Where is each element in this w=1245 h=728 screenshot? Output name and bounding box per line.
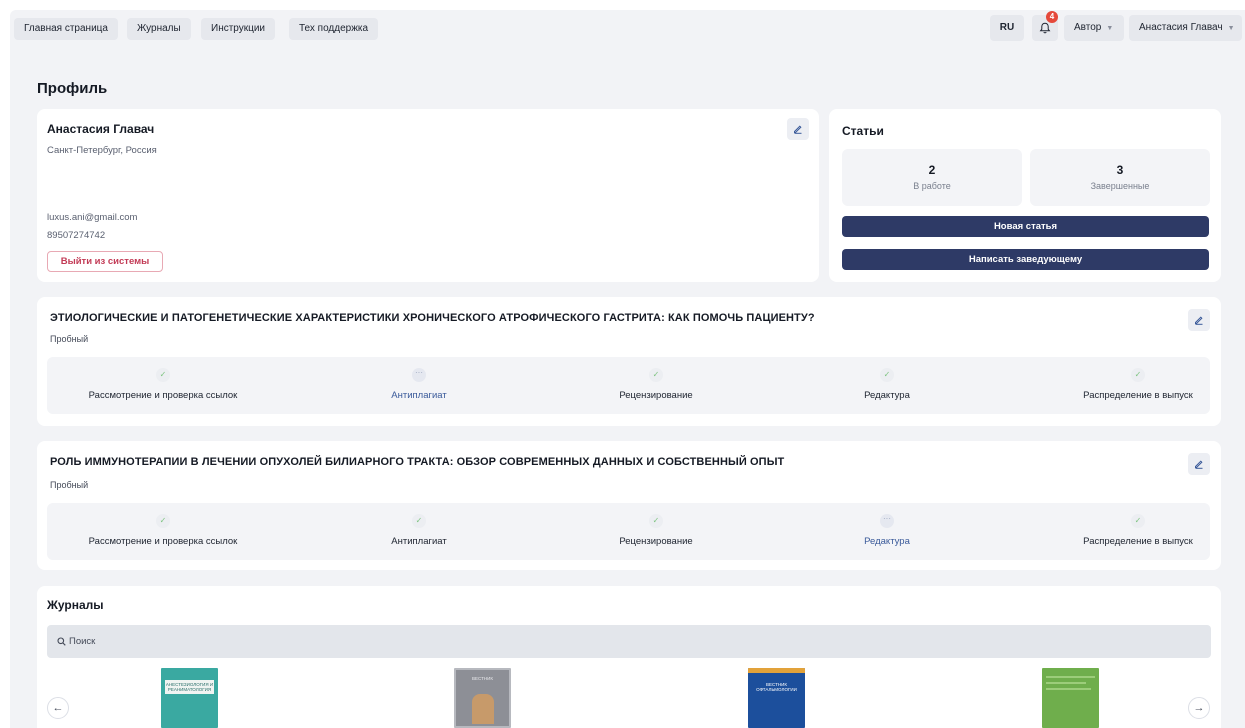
step-issue: ✓ Распределение в выпуск bbox=[1022, 357, 1245, 414]
in-progress-label: В работе bbox=[913, 181, 951, 191]
journal-cover-stripe bbox=[748, 668, 805, 673]
step-label: Редактура bbox=[864, 536, 910, 547]
search-input[interactable] bbox=[69, 625, 1169, 658]
ellipsis-icon: ··· bbox=[412, 368, 426, 382]
article-type: Пробный bbox=[50, 480, 89, 490]
journal-cover-title: АНЕСТЕЗИОЛОГИЯ И РЕАНИМАТОЛОГИЯ bbox=[165, 680, 214, 694]
nav-support[interactable]: Тех поддержка bbox=[289, 18, 379, 40]
pencil-icon bbox=[1195, 460, 1203, 469]
role-dropdown[interactable]: Автор ▼ bbox=[1064, 15, 1124, 41]
step-issue: ✓ Распределение в выпуск bbox=[1022, 503, 1245, 560]
check-icon: ✓ bbox=[880, 368, 894, 382]
step-review: ✓ Рецензирование bbox=[540, 357, 772, 414]
user-dropdown[interactable]: Анастасия Главач ▼ bbox=[1129, 15, 1242, 41]
step-references: ✓ Рассмотрение и проверка ссылок bbox=[47, 357, 279, 414]
check-icon: ✓ bbox=[649, 368, 663, 382]
write-manager-button[interactable]: Написать заведующему bbox=[842, 249, 1209, 270]
profile-email: luxus.ani@gmail.com bbox=[47, 212, 138, 223]
article-title[interactable]: РОЛЬ ИММУНОТЕРАПИИ В ЛЕЧЕНИИ ОПУХОЛЕЙ БИ… bbox=[50, 456, 784, 468]
carousel-next-button[interactable]: → bbox=[1188, 697, 1210, 719]
app-root: Главная страница Журналы Инструкции Тех … bbox=[0, 0, 1245, 728]
step-label: Рассмотрение и проверка ссылок bbox=[88, 390, 238, 401]
journal-cover-title: ВЕСТНИК bbox=[472, 676, 493, 681]
journals-heading: Журналы bbox=[47, 598, 104, 612]
new-article-button[interactable]: Новая статья bbox=[842, 216, 1209, 237]
step-label: Рецензирование bbox=[619, 390, 693, 401]
check-icon: ✓ bbox=[156, 514, 170, 528]
articles-heading: Статьи bbox=[842, 124, 884, 138]
completed-count: 3 bbox=[1116, 163, 1124, 177]
article-type: Пробный bbox=[50, 334, 89, 344]
journal-cover-line bbox=[1046, 676, 1095, 678]
check-icon: ✓ bbox=[156, 368, 170, 382]
journal-cover[interactable]: АНЕСТЕЗИОЛОГИЯ И РЕАНИМАТОЛОГИЯ bbox=[161, 668, 218, 728]
step-editing: ··· Редактура bbox=[771, 503, 1003, 560]
ellipsis-icon: ··· bbox=[880, 514, 894, 528]
nav-journals[interactable]: Журналы bbox=[127, 18, 191, 40]
step-editing: ✓ Редактура bbox=[771, 357, 1003, 414]
check-icon: ✓ bbox=[649, 514, 663, 528]
edit-article-button[interactable] bbox=[1188, 453, 1210, 475]
journal-cover-line bbox=[1046, 682, 1086, 684]
arrow-right-icon: → bbox=[1193, 702, 1205, 714]
pencil-icon bbox=[794, 125, 802, 134]
page-title: Профиль bbox=[37, 80, 108, 97]
chevron-down-icon: ▼ bbox=[1106, 25, 1114, 32]
step-references: ✓ Рассмотрение и проверка ссылок bbox=[47, 503, 279, 560]
check-icon: ✓ bbox=[1131, 368, 1145, 382]
profile-name: Анастасия Главач bbox=[47, 122, 155, 136]
step-label: Рецензирование bbox=[619, 536, 693, 547]
edit-profile-button[interactable] bbox=[787, 118, 809, 140]
arrow-left-icon: ← bbox=[52, 702, 64, 714]
check-icon: ✓ bbox=[412, 514, 426, 528]
stat-completed[interactable]: 3 Завершенные bbox=[1030, 149, 1210, 206]
step-label: Рассмотрение и проверка ссылок bbox=[88, 536, 238, 547]
pencil-icon bbox=[1195, 316, 1203, 325]
step-label: Редактура bbox=[864, 390, 910, 401]
in-progress-count: 2 bbox=[928, 163, 936, 177]
journal-search bbox=[47, 625, 1211, 658]
profile-phone: 89507274742 bbox=[47, 230, 106, 241]
step-review: ✓ Рецензирование bbox=[540, 503, 772, 560]
completed-label: Завершенные bbox=[1090, 181, 1150, 191]
profile-location: Санкт-Петербург, Россия bbox=[47, 145, 157, 156]
notification-count-badge: 4 bbox=[1046, 11, 1058, 23]
step-label: Антиплагиат bbox=[391, 536, 447, 547]
carousel-prev-button[interactable]: ← bbox=[47, 697, 69, 719]
step-label: Распределение в выпуск bbox=[1083, 536, 1193, 547]
article-progress: ✓ Рассмотрение и проверка ссылок ··· Ант… bbox=[47, 357, 1210, 414]
journal-cover-line bbox=[1046, 688, 1091, 690]
search-icon bbox=[57, 637, 66, 646]
article-title[interactable]: ЭТИОЛОГИЧЕСКИЕ И ПАТОГЕНЕТИЧЕСКИЕ ХАРАКТ… bbox=[50, 312, 815, 324]
step-label: Антиплагиат bbox=[391, 390, 447, 401]
article-progress: ✓ Рассмотрение и проверка ссылок ✓ Антип… bbox=[47, 503, 1210, 560]
step-antiplagiarism: ✓ Антиплагиат bbox=[303, 503, 535, 560]
language-button[interactable]: RU bbox=[990, 15, 1024, 41]
step-antiplagiarism: ··· Антиплагиат bbox=[303, 357, 535, 414]
logout-button[interactable]: Выйти из системы bbox=[47, 251, 163, 272]
role-label: Автор bbox=[1074, 22, 1102, 33]
journal-cover[interactable] bbox=[1042, 668, 1099, 728]
edit-article-button[interactable] bbox=[1188, 309, 1210, 331]
step-label: Распределение в выпуск bbox=[1083, 390, 1193, 401]
stat-in-progress[interactable]: 2 В работе bbox=[842, 149, 1022, 206]
journal-cover[interactable]: ВЕСТНИК ОФТАЛЬМОЛОГИИ bbox=[748, 668, 805, 728]
journal-cover-title: ВЕСТНИК ОФТАЛЬМОЛОГИИ bbox=[756, 682, 797, 692]
user-name-label: Анастасия Главач bbox=[1139, 22, 1223, 33]
nav-home[interactable]: Главная страница bbox=[14, 18, 118, 40]
check-icon: ✓ bbox=[1131, 514, 1145, 528]
bell-icon bbox=[1039, 22, 1051, 34]
journal-cover[interactable]: ВЕСТНИК bbox=[454, 668, 511, 728]
nav-instructions[interactable]: Инструкции bbox=[201, 18, 276, 40]
chevron-down-icon: ▼ bbox=[1227, 25, 1235, 32]
journal-cover-image bbox=[472, 694, 494, 724]
